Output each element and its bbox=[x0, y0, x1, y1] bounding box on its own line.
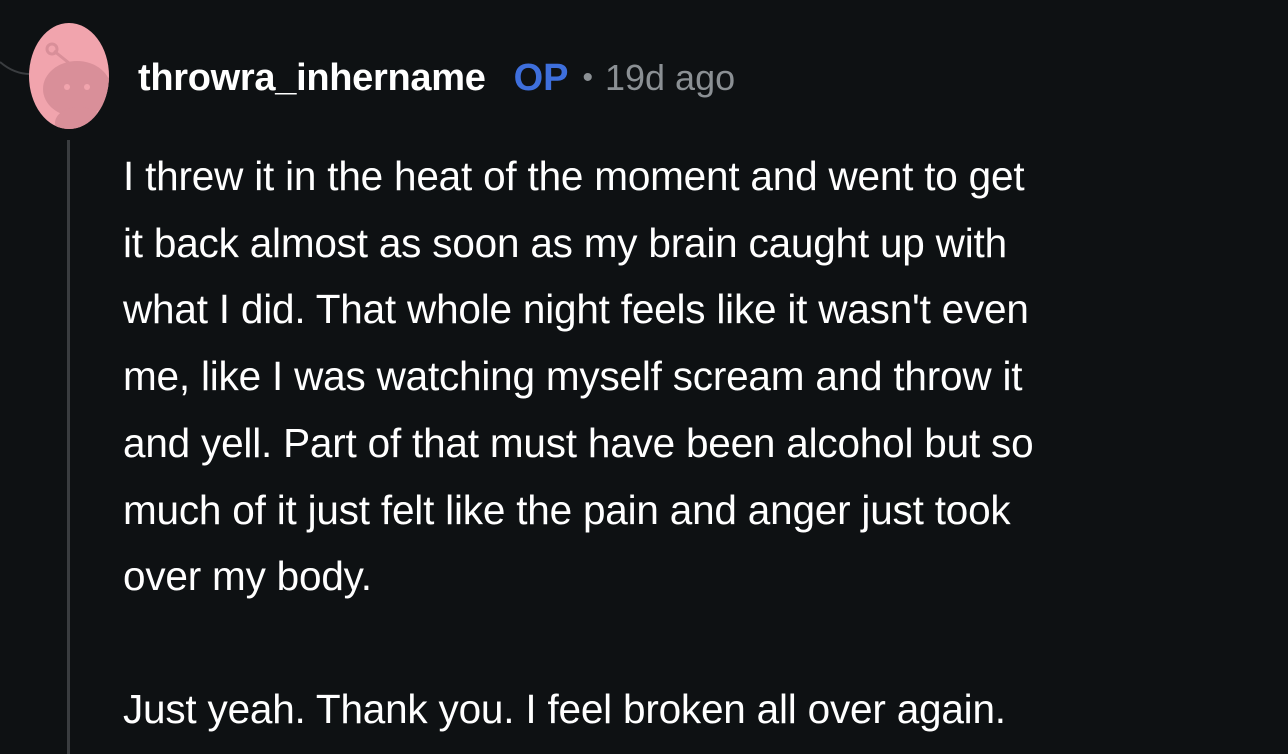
comment-line: and yell. Part of that must have been al… bbox=[123, 419, 1034, 466]
comment-paragraph-2: Just yeah. Thank you. I feel broken all … bbox=[123, 685, 1006, 732]
avatar[interactable] bbox=[29, 23, 109, 129]
thread-line[interactable] bbox=[67, 140, 70, 754]
comment: throwra_inhername OP • 19d ago I threw i… bbox=[0, 0, 1288, 754]
meta-separator: • bbox=[582, 61, 593, 94]
username-link[interactable]: throwra_inhername bbox=[138, 57, 486, 100]
timestamp[interactable]: 19d ago bbox=[605, 57, 735, 99]
comment-line: I threw it in the heat of the moment and… bbox=[123, 153, 1025, 199]
comment-line: much of it just felt like the pain and a… bbox=[123, 486, 1011, 533]
comment-body: I threw it in the heat of the moment and… bbox=[123, 143, 1263, 743]
comment-line: it back almost as soon as my brain caugh… bbox=[123, 219, 1007, 266]
comment-line: what I did. That whole night feels like … bbox=[123, 286, 1029, 333]
snoo-avatar-icon bbox=[43, 42, 109, 129]
op-badge: OP bbox=[513, 56, 569, 99]
comment-paragraph-1: I threw it in the heat of the moment and… bbox=[123, 143, 1263, 610]
comment-line: over my body. bbox=[123, 553, 372, 600]
comment-line: me, like I was watching myself scream an… bbox=[123, 353, 1023, 400]
comment-meta: throwra_inhername OP • 19d ago bbox=[138, 54, 735, 102]
